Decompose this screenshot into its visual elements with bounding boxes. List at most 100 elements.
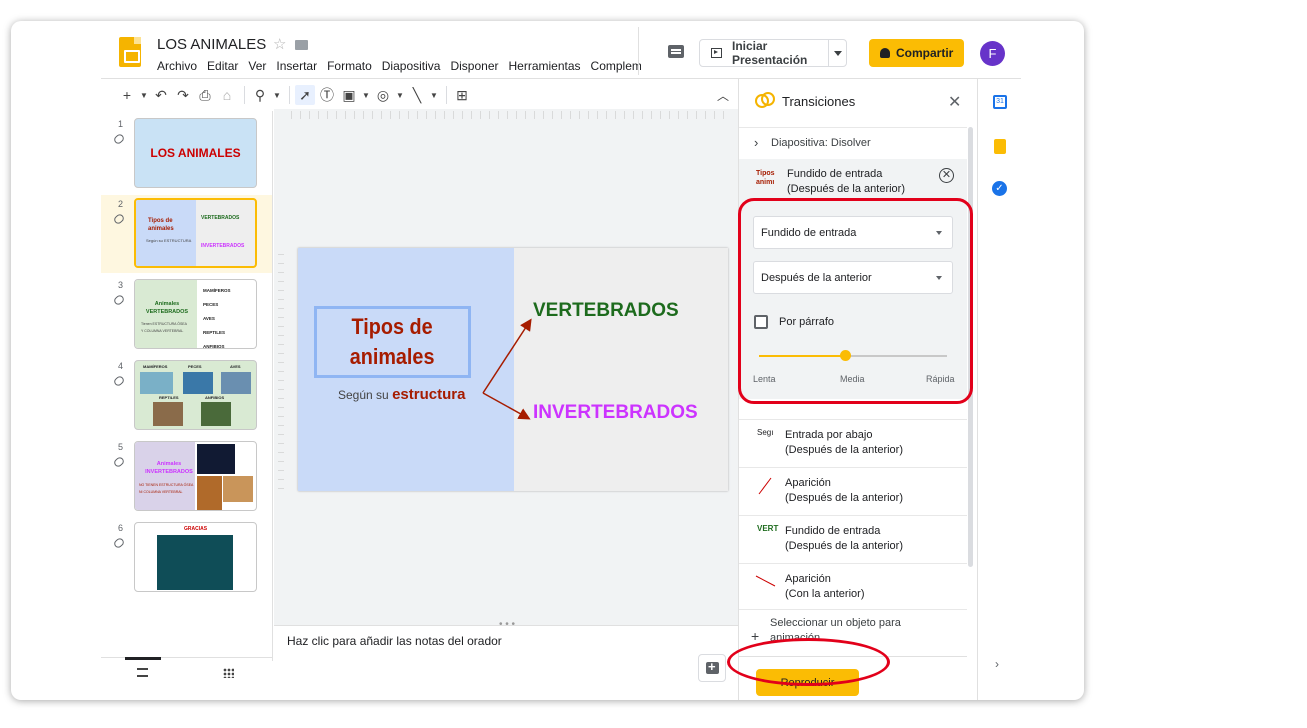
speaker-notes-placeholder[interactable]: Haz clic para añadir las notas del orado… — [287, 634, 502, 648]
select-object-label: Seleccionar un objeto para animación — [770, 617, 901, 644]
thumb-photo — [140, 372, 173, 394]
remove-icon[interactable]: ✕ — [939, 168, 954, 183]
chevron-down-icon[interactable]: ▼ — [395, 85, 405, 105]
animation-thumb: Tipos animı — [756, 170, 775, 186]
animation-timing: (Después de la anterior) — [785, 444, 904, 456]
toolbar-separator — [244, 86, 245, 104]
slide-vertebrados[interactable]: VERTEBRADOS — [533, 300, 679, 322]
menu-formato[interactable]: Formato — [327, 59, 372, 73]
filmstrip-view-icon[interactable] — [137, 668, 148, 677]
chevron-right-icon: › — [754, 135, 759, 150]
by-paragraph-checkbox[interactable] — [754, 315, 768, 329]
undo-icon[interactable]: ↶ — [151, 85, 171, 105]
menu-insertar[interactable]: Insertar — [276, 59, 317, 73]
menu-bar: Archivo Editar Ver Insertar Formato Diap… — [157, 59, 641, 73]
present-icon — [711, 48, 722, 58]
share-button[interactable]: Compartir — [869, 39, 964, 67]
chevron-down-icon[interactable]: ▼ — [361, 85, 371, 105]
paint-format-icon[interactable]: ⌂ — [217, 85, 237, 105]
panel-divider — [739, 656, 967, 657]
shape-icon[interactable]: ◎ — [373, 85, 393, 105]
slide-arrows[interactable] — [298, 248, 728, 491]
animation-title: Entrada por abajo (Después de la anterio… — [785, 428, 903, 458]
slide-thumbnail[interactable]: Tipos de animales Según su ESTRUCTURA VE… — [134, 198, 257, 268]
calendar-icon[interactable]: 31 — [993, 95, 1007, 109]
slides-editor: LOS ANIMALES ☆ Archivo Editar Ver Insert… — [101, 21, 1021, 700]
slide-thumbnail[interactable]: Animales INVERTEBRADOS NO TIENEN ESTRUCT… — [134, 441, 257, 511]
select-cursor-icon[interactable]: ➚ — [295, 85, 315, 105]
line-thumb-icon — [755, 575, 776, 587]
animation-title[interactable]: Fundido de entrada (Después de la anteri… — [787, 167, 905, 197]
slide-thumbnail[interactable]: Animales VERTEBRADOS Tienen ESTRUCTURA Ó… — [134, 279, 257, 349]
chevron-right-icon[interactable]: › — [995, 657, 999, 671]
chevron-down-icon[interactable]: ▼ — [272, 85, 282, 105]
play-button[interactable]: Reproducir — [756, 669, 859, 696]
slide-invertebrados[interactable]: INVERTEBRADOS — [533, 402, 698, 424]
transitions-panel: Transiciones ✕ › Diapositiva: Disolver T… — [738, 79, 976, 700]
speed-slider-thumb[interactable] — [840, 350, 852, 361]
menu-archivo[interactable]: Archivo — [157, 59, 197, 73]
zoom-icon[interactable]: ⚲ — [250, 85, 270, 105]
image-icon[interactable]: ▣ — [339, 85, 359, 105]
share-label: Compartir — [896, 46, 954, 60]
filmstrip-slide-4[interactable]: 4 MAMÍFEROS PECES AVES REPTILES ANFIBIOS — [101, 357, 272, 435]
menu-diapositiva[interactable]: Diapositiva — [382, 59, 441, 73]
animation-item[interactable]: Segı Entrada por abajo (Después de la an… — [739, 419, 967, 467]
speaker-notes[interactable]: Haz clic para añadir las notas del orado… — [274, 625, 738, 700]
animation-thumb: Segı — [757, 428, 774, 437]
avatar[interactable]: F — [980, 41, 1005, 66]
plus-icon: + — [751, 628, 760, 644]
thumb-item: PECES — [203, 302, 219, 307]
link-icon — [112, 293, 126, 307]
menu-herramientas[interactable]: Herramientas — [509, 59, 581, 73]
redo-icon[interactable]: ↷ — [173, 85, 193, 105]
filmstrip-slide-3[interactable]: 3 Animales VERTEBRADOS Tienen ESTRUCTURA… — [101, 276, 272, 354]
panel-scrollbar[interactable] — [968, 127, 973, 567]
start-dropdown[interactable]: Después de la anterior — [753, 261, 953, 294]
animation-name: Aparición — [785, 573, 831, 585]
chevron-down-icon[interactable]: ▼ — [139, 85, 149, 105]
speed-label-fast: Rápida — [926, 374, 955, 384]
text-box-icon[interactable]: Ⓣ — [317, 85, 337, 105]
menu-ver[interactable]: Ver — [248, 59, 266, 73]
filmstrip-slide-6[interactable]: 6 GRACIAS — [101, 519, 272, 597]
chevron-up-icon[interactable]: ︿ — [717, 87, 729, 104]
tasks-icon[interactable]: ✓ — [992, 181, 1007, 196]
slide-transition-row[interactable]: › Diapositiva: Disolver — [739, 127, 967, 159]
filmstrip-slide-1[interactable]: 1 LOS ANIMALES — [101, 115, 272, 193]
menu-disponer[interactable]: Disponer — [450, 59, 498, 73]
filmstrip-slide-2[interactable]: 2 Tipos de animales Según su ESTRUCTURA … — [101, 195, 272, 273]
toolbar-separator — [446, 86, 447, 104]
thumb-photo — [153, 402, 183, 426]
filmstrip-slide-5[interactable]: 5 Animales INVERTEBRADOS NO TIENEN ESTRU… — [101, 438, 272, 516]
animation-item[interactable]: VERT Fundido de entrada (Después de la a… — [739, 515, 967, 563]
slide-thumbnail[interactable]: LOS ANIMALES — [134, 118, 257, 188]
grid-view-icon[interactable] — [223, 668, 234, 678]
line-icon[interactable]: ╲ — [407, 85, 427, 105]
effect-dropdown[interactable]: Fundido de entrada — [753, 216, 953, 249]
new-slide-icon[interactable]: + — [117, 85, 137, 105]
menu-editar[interactable]: Editar — [207, 59, 238, 73]
present-button[interactable]: Iniciar Presentación — [699, 39, 847, 67]
print-icon[interactable]: ⎙ — [195, 85, 215, 105]
animation-name: Fundido de entrada — [787, 168, 883, 180]
slide-canvas[interactable]: Tipos de animales Según su estructura VE… — [298, 248, 728, 491]
thumb-sub: Según su ESTRUCTURA — [146, 238, 192, 243]
chevron-down-icon[interactable]: ▼ — [429, 85, 439, 105]
speed-slider[interactable] — [759, 350, 947, 361]
animation-item[interactable]: Aparición (Con la anterior) — [739, 563, 967, 611]
animation-item[interactable]: Aparición (Después de la anterior) — [739, 467, 967, 515]
select-object-row[interactable]: + Seleccionar un objeto para animación — [739, 609, 967, 657]
add-notes-icon[interactable] — [698, 654, 726, 682]
comment-icon[interactable] — [668, 45, 684, 58]
menu-complementos[interactable]: Complementos — [591, 59, 641, 73]
thumb-photo — [223, 476, 253, 502]
slide-number: 1 — [118, 119, 124, 129]
slide-thumbnail[interactable]: GRACIAS — [134, 522, 257, 592]
add-comment-icon[interactable]: ⊞ — [452, 85, 472, 105]
thumb-invert: INVERTEBRADOS — [201, 243, 245, 249]
keep-icon[interactable] — [994, 139, 1006, 154]
chevron-down-icon[interactable] — [834, 51, 842, 56]
close-icon[interactable]: ✕ — [948, 92, 961, 112]
slide-thumbnail[interactable]: MAMÍFEROS PECES AVES REPTILES ANFIBIOS — [134, 360, 257, 430]
